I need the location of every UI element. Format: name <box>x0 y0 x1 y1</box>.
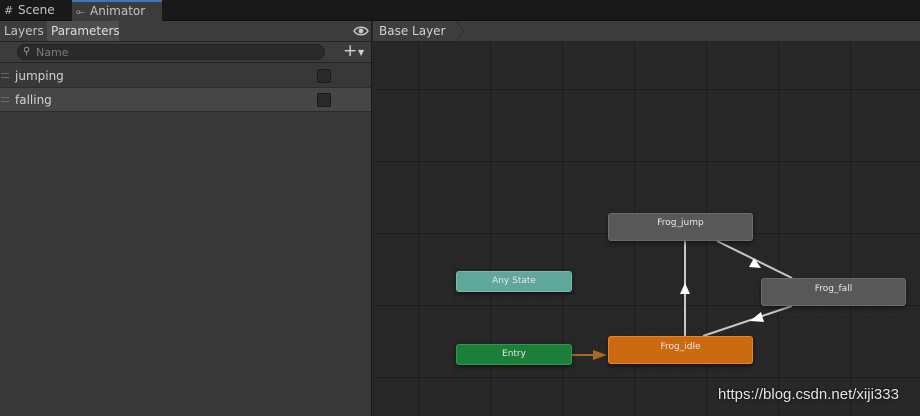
state-node-frog-fall[interactable]: Frog_fall <box>761 278 906 306</box>
transition-arrowhead <box>750 312 764 322</box>
transition-fall-to-idle[interactable] <box>702 305 793 337</box>
transition-arrowhead <box>680 283 690 294</box>
state-node-frog-jump[interactable]: Frog_jump <box>608 213 753 241</box>
transition-arrowhead <box>749 258 761 268</box>
transition-arrowhead <box>593 350 607 360</box>
state-node-frog-idle[interactable]: Frog_idle <box>608 336 753 364</box>
state-node-entry[interactable]: Entry <box>456 344 572 365</box>
watermark-text: https://blog.csdn.net/xiji333 <box>718 386 899 403</box>
state-node-any-state[interactable]: Any State <box>456 271 572 292</box>
